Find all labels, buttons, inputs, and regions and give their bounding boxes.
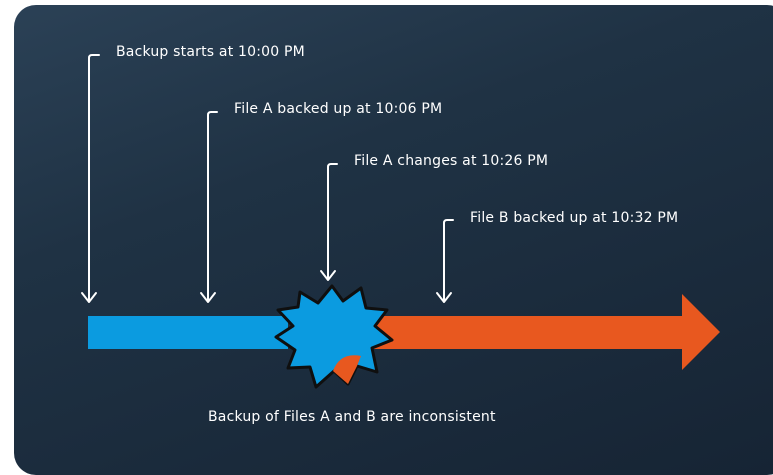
timeline-segment-before xyxy=(88,316,288,349)
arrow-backup-start xyxy=(81,54,100,303)
arrow-file-a-backed xyxy=(200,111,218,303)
arrow-file-a-changes xyxy=(320,163,338,281)
change-burst-icon xyxy=(274,284,394,389)
event-label-file-b-backed: File B backed up at 10:32 PM xyxy=(470,210,679,226)
event-label-file-a-changes: File A changes at 10:26 PM xyxy=(354,153,549,169)
event-label-file-a-backed: File A backed up at 10:06 PM xyxy=(234,101,443,117)
inconsistency-caption: Backup of Files A and B are inconsistent xyxy=(208,409,496,425)
timeline-segment-after-arrow xyxy=(360,294,720,370)
event-label-backup-start: Backup starts at 10:00 PM xyxy=(116,44,305,60)
arrow-file-b-backed xyxy=(436,219,454,303)
timeline-diagram: Backup starts at 10:00 PM File A backed … xyxy=(0,0,773,463)
